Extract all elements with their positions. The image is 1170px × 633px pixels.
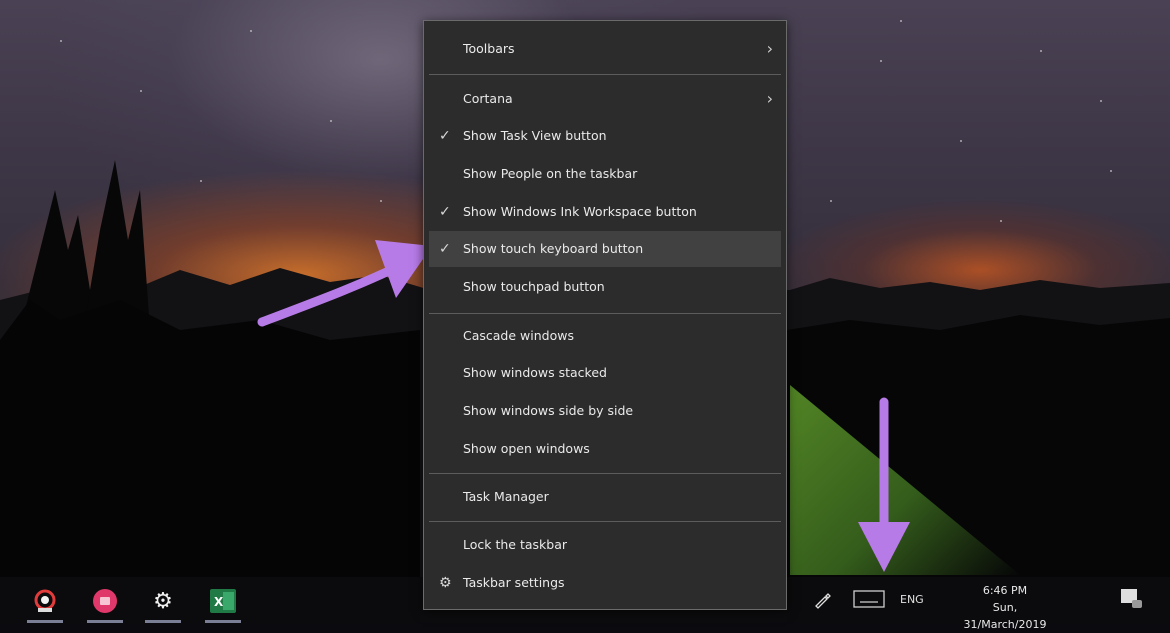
excel-app-icon[interactable]: X [205,584,241,623]
menu-item-label: Cascade windows [463,328,574,343]
checkmark-icon: ✓ [439,241,451,257]
menu-item-cascade[interactable]: Cascade windows [429,318,781,354]
menu-item-open-windows[interactable]: Show open windows [429,431,781,467]
menu-item-label: Cortana [463,91,513,106]
menu-separator [429,74,781,75]
menu-item-lock-taskbar[interactable]: Lock the taskbar [429,527,781,563]
chevron-right-icon: › [766,89,773,108]
clock-date: Sun, 31/March/2019 [963,601,1047,631]
checkmark-icon: ✓ [439,128,451,144]
language-indicator[interactable]: ENG [900,593,924,606]
menu-item-show-task-view[interactable]: ✓ Show Task View button [429,118,781,154]
menu-item-label: Lock the taskbar [463,537,568,552]
system-clock[interactable]: 6:46 PM Sun, 31/March/2019 [950,582,1060,633]
gear-icon: ⚙ [439,575,452,591]
photos-app-icon[interactable] [87,584,123,623]
menu-item-show-touch-keyboard[interactable]: ✓ Show touch keyboard button [429,231,781,267]
menu-separator [429,521,781,522]
menu-item-side-by-side[interactable]: Show windows side by side [429,393,781,429]
menu-item-label: Show People on the taskbar [463,166,638,181]
menu-item-cortana[interactable]: Cortana › [429,81,781,117]
menu-separator [429,313,781,314]
clock-time: 6:46 PM [982,584,1028,597]
taskbar-context-menu: Toolbars › Cortana › ✓ Show Task View bu… [423,20,787,610]
menu-item-show-ink-workspace[interactable]: ✓ Show Windows Ink Workspace button [429,194,781,230]
settings-gear-icon: ⚙ [153,588,173,614]
menu-item-task-manager[interactable]: Task Manager [429,479,781,515]
touch-keyboard-icon[interactable] [853,590,885,611]
menu-separator [429,473,781,474]
chevron-right-icon: › [766,39,773,58]
pink-circle-icon [93,589,117,613]
checkmark-icon: ✓ [439,204,451,220]
svg-text:X: X [214,595,224,609]
menu-item-label: Show Windows Ink Workspace button [463,204,697,219]
menu-item-toolbars[interactable]: Toolbars › [429,31,781,67]
settings-app-icon[interactable]: ⚙ [145,584,181,623]
pen-ink-icon[interactable] [813,591,831,612]
menu-item-show-people[interactable]: Show People on the taskbar [429,156,781,192]
menu-item-label: Show touchpad button [463,279,605,294]
menu-item-label: Taskbar settings [463,575,565,590]
menu-item-taskbar-settings[interactable]: ⚙ Taskbar settings [429,565,781,601]
menu-item-label: Show touch keyboard button [463,241,644,256]
ring-logo-icon [34,589,56,612]
menu-item-label: Show windows side by side [463,403,634,418]
browser-app-icon[interactable] [27,584,63,623]
menu-item-show-touchpad[interactable]: Show touchpad button [429,269,781,305]
action-center-icon[interactable] [1120,588,1144,613]
menu-item-label: Task Manager [463,489,549,504]
menu-item-label: Toolbars [463,41,515,56]
menu-item-stacked[interactable]: Show windows stacked [429,355,781,391]
menu-item-label: Show windows stacked [463,365,607,380]
menu-item-label: Show open windows [463,441,590,456]
menu-item-label: Show Task View button [463,128,607,143]
excel-icon: X [210,589,236,613]
